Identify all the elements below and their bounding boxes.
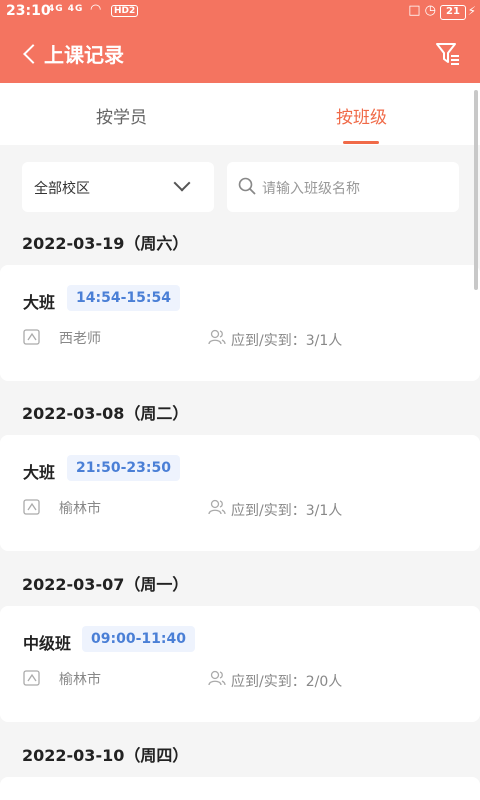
- vibrate-alarm-icon: □ ◷: [408, 3, 436, 18]
- people-icon: [208, 670, 226, 686]
- attendance-count: 应到/实到：3/1人: [231, 333, 343, 349]
- tab-by-student[interactable]: 按学员: [96, 103, 147, 128]
- date-header: 2022-03-07（周一）: [22, 575, 189, 594]
- tab-by-class[interactable]: 按班级: [336, 103, 387, 128]
- teacher-name: 榆林市: [59, 672, 101, 688]
- battery-icon: 21: [440, 5, 466, 20]
- class-name: 大班: [23, 463, 56, 482]
- filter-icon[interactable]: [434, 39, 462, 67]
- teacher-icon: [23, 670, 41, 686]
- wifi-icon: ◠: [90, 2, 102, 17]
- campus-select[interactable]: 全部校区: [22, 162, 214, 212]
- page-title: 上课记录: [44, 43, 124, 67]
- date-header: 2022-03-10（周四）: [22, 746, 189, 765]
- chevron-down-icon: [173, 174, 191, 192]
- time-badge: 21:50-23:50: [67, 455, 180, 481]
- class-name: 中级班: [23, 634, 72, 653]
- teacher-icon: [23, 499, 41, 515]
- teacher-icon: [23, 329, 41, 345]
- date-header: 2022-03-19（周六）: [22, 234, 189, 253]
- hd-badge: HD2: [111, 5, 139, 17]
- app-header: 23:10 4G 4G ◠ HD2 □ ◷ 21 ⚡ 上课记录: [0, 0, 480, 83]
- date-header: 2022-03-08（周二）: [22, 404, 189, 423]
- attendance-count: 应到/实到：2/0人: [231, 674, 343, 690]
- filter-row: 全部校区 请输入班级名称: [0, 145, 480, 223]
- teacher-name: 榆林市: [59, 501, 101, 517]
- time-badge: 14:54-15:54: [67, 285, 180, 311]
- status-time: 23:10: [6, 3, 51, 19]
- campus-select-value: 全部校区: [34, 181, 90, 197]
- attendance-count: 应到/实到：3/1人: [231, 503, 343, 519]
- search-icon: [238, 177, 256, 195]
- people-icon: [208, 329, 226, 345]
- nav-bar: 上课记录: [0, 26, 480, 83]
- class-name: 大班: [23, 293, 56, 312]
- tab-bar: 按学员 按班级: [0, 83, 480, 145]
- scrollbar[interactable]: [474, 90, 478, 290]
- status-bar: 23:10 4G 4G ◠ HD2 □ ◷ 21 ⚡: [0, 0, 480, 26]
- people-icon: [208, 499, 226, 515]
- charging-icon: ⚡: [467, 4, 476, 18]
- class-record-card[interactable]: 中级班 09:00-11:40 榆林市 应到/实到：2/0人: [0, 606, 480, 722]
- time-badge: 09:00-11:40: [82, 626, 195, 652]
- class-record-card[interactable]: 大班 14:54-15:54 西老师 应到/实到：3/1人: [0, 265, 480, 381]
- active-tab-indicator: [343, 141, 379, 144]
- teacher-name: 西老师: [59, 331, 101, 347]
- class-record-card[interactable]: 大班 21:50-23:50 榆林市 应到/实到：3/1人: [0, 435, 480, 551]
- signal-icon: 4G 4G: [48, 4, 84, 14]
- class-record-card[interactable]: [0, 777, 480, 800]
- back-icon[interactable]: [18, 40, 42, 68]
- class-search-input[interactable]: 请输入班级名称: [227, 162, 459, 212]
- search-placeholder: 请输入班级名称: [262, 181, 360, 197]
